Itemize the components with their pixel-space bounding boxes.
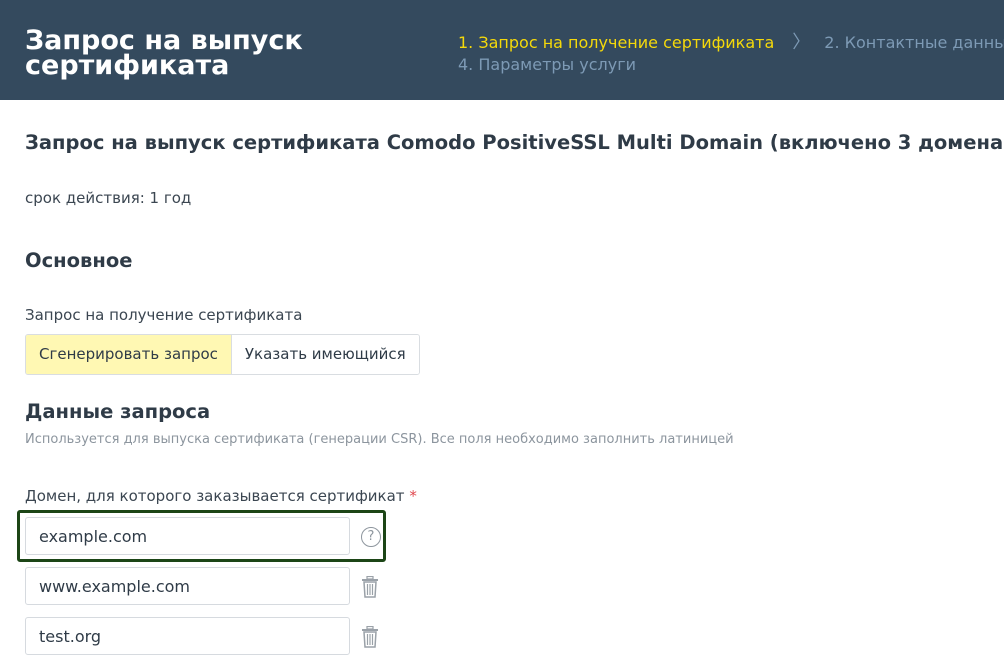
wizard-steps: 1. Запрос на получение сертификата 〉 2. …: [458, 32, 1004, 76]
step-2-contacts[interactable]: 2. Контактные данные: [824, 32, 1004, 54]
domain-input-3[interactable]: [25, 617, 350, 655]
page-title: Запрос на выпуск сертификата: [25, 25, 303, 81]
csr-mode-toggle: Сгенерировать запрос Указать имеющийся: [25, 334, 420, 375]
validity-text: срок действия: 1 год: [25, 189, 192, 207]
question-circle-icon[interactable]: ?: [361, 527, 381, 547]
request-data-hint: Используется для выпуска сертификата (ге…: [25, 432, 734, 447]
section-heading-request-data: Данные запроса: [25, 400, 211, 423]
certificate-title: Запрос на выпуск сертификата Comodo Posi…: [25, 131, 1004, 154]
wizard-steps-row-2: 4. Параметры услуги: [458, 54, 1004, 76]
domain-input-2[interactable]: [25, 567, 350, 605]
domain-label-text: Домен, для которого заказывается сертифи…: [25, 487, 405, 505]
trash-icon[interactable]: [361, 576, 379, 598]
step-4-service-params[interactable]: 4. Параметры услуги: [458, 54, 636, 76]
chevron-right-icon: 〉: [792, 32, 811, 53]
generate-request-button[interactable]: Сгенерировать запрос: [26, 335, 232, 374]
domain-input-1[interactable]: [25, 517, 350, 555]
section-heading-basic: Основное: [25, 249, 133, 272]
wizard-steps-row-1: 1. Запрос на получение сертификата 〉 2. …: [458, 32, 1004, 54]
required-mark: *: [409, 487, 417, 505]
csr-label: Запрос на получение сертификата: [25, 306, 303, 324]
step-1-request[interactable]: 1. Запрос на получение сертификата: [458, 32, 774, 54]
page-header: Запрос на выпуск сертификата 1. Запрос н…: [0, 0, 1004, 100]
use-existing-button[interactable]: Указать имеющийся: [231, 335, 419, 374]
trash-icon[interactable]: [361, 626, 379, 648]
domain-field-label: Домен, для которого заказывается сертифи…: [25, 487, 417, 505]
